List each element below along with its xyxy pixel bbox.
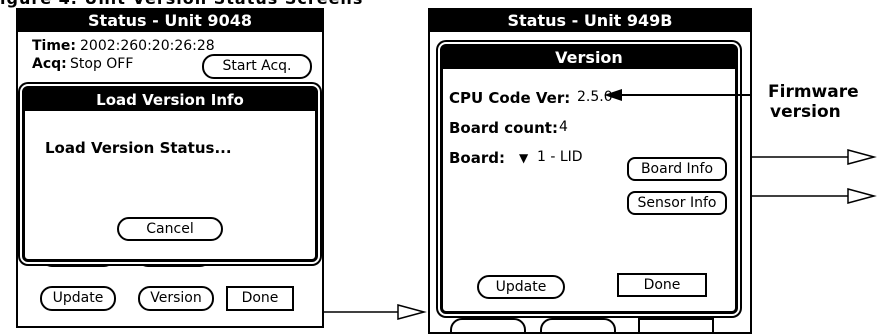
- firmware-annotation-line1: Firmware: [768, 82, 859, 102]
- version-dialog-title: Version: [443, 47, 735, 69]
- arrow-right-icon: [752, 149, 877, 165]
- board-info-button[interactable]: Board Info: [627, 157, 727, 181]
- load-version-dialog-title: Load Version Info: [25, 89, 315, 111]
- arrow-right-icon: [324, 304, 427, 320]
- cpu-code-label: CPU Code Ver:: [449, 89, 571, 107]
- version-done-button[interactable]: Done: [617, 273, 707, 297]
- arrow-right-icon: [752, 188, 877, 204]
- version-update-button[interactable]: Update: [477, 275, 565, 299]
- hidden-bottom-button: [540, 318, 616, 332]
- time-label: Time:: [32, 38, 77, 54]
- left-title-bar: Status - Unit 9048: [18, 10, 322, 32]
- board-count-value: 4: [559, 119, 568, 135]
- board-label: Board:: [449, 149, 505, 167]
- dropdown-triangle-icon[interactable]: ▼: [519, 151, 528, 165]
- acq-value: Stop OFF: [70, 56, 134, 72]
- update-button[interactable]: Update: [40, 286, 116, 311]
- acq-label: Acq:: [32, 56, 67, 72]
- left-screen: Status - Unit 9048 Time: 2002:260:20:26:…: [16, 8, 324, 328]
- firmware-annotation-line2: version: [770, 102, 841, 122]
- version-button[interactable]: Version: [138, 286, 214, 311]
- arrow-left-icon: [604, 89, 752, 101]
- board-count-label: Board count:: [449, 119, 558, 137]
- right-title-bar: Status - Unit 949B: [430, 10, 750, 32]
- load-version-message: Load Version Status...: [45, 139, 232, 157]
- hidden-bottom-button: [450, 318, 526, 332]
- done-button[interactable]: Done: [226, 286, 294, 311]
- figure-caption: igure 4. Unit Version Status Screens: [0, 0, 363, 8]
- left-title: Status - Unit 9048: [88, 11, 252, 30]
- cancel-button[interactable]: Cancel: [117, 217, 223, 241]
- board-select-value[interactable]: 1 - LID: [537, 149, 583, 165]
- right-title: Status - Unit 949B: [507, 11, 673, 30]
- hidden-bottom-button: [638, 318, 714, 332]
- start-acq-button[interactable]: Start Acq.: [202, 54, 312, 79]
- load-version-dialog: Load Version Info Load Version Status...…: [22, 86, 318, 262]
- time-value: 2002:260:20:26:28: [80, 38, 215, 54]
- sensor-info-button[interactable]: Sensor Info: [627, 191, 727, 215]
- right-screen: Status - Unit 949B Version CPU Code Ver:…: [428, 8, 752, 334]
- version-dialog: Version CPU Code Ver: 2.5.0 Board count:…: [440, 44, 738, 314]
